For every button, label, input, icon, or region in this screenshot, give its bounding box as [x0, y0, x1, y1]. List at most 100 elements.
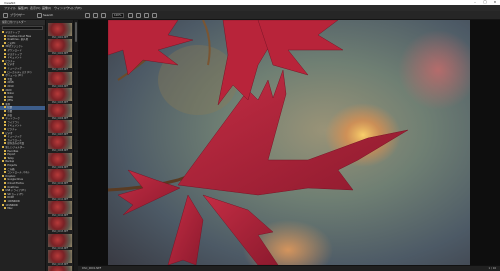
tree-item-label: ライブラリ: [7, 120, 20, 124]
tree-item-label: Dropbox: [5, 174, 16, 178]
zoom-in-icon[interactable]: [93, 13, 98, 18]
tree-item-label: Export: [7, 153, 16, 157]
info-icon[interactable]: [152, 13, 157, 18]
thumbnail-image: [48, 55, 72, 69]
thumbnail-image: [48, 39, 72, 53]
thumbnail-image: [48, 120, 72, 134]
thumbnail[interactable]: DSC_0011.NEF: [48, 185, 72, 201]
thumbnail[interactable]: DSC_0009.NEF: [48, 152, 72, 169]
tree-item-label: ローカルディスク (C:): [7, 70, 32, 74]
image-viewer[interactable]: [78, 20, 500, 265]
folder-tree: デスクトップ Creative Cloud Files OneDrive - 個人用…: [0, 31, 45, 211]
thumbnail[interactable]: DSC_0006.NEF: [48, 104, 72, 120]
thumbnail[interactable]: DSC_0007.NEF: [48, 120, 72, 136]
rotate-right-icon[interactable]: [136, 13, 141, 18]
thumbnail[interactable]: DSC_0004.NEF: [48, 71, 72, 88]
tree-item-label: ネットワーク: [5, 117, 20, 121]
tree-item-label: Temp: [7, 156, 14, 160]
tree-item-label: ピクチャ: [7, 128, 17, 132]
tree-item-label: 保存済みの写真: [7, 142, 25, 146]
tree-item-label: デスクトップ: [7, 52, 22, 56]
tree-item-label: Favorites: [7, 149, 19, 153]
tree-item-label: SD カード (F:): [7, 192, 24, 196]
tree-item-label: OneDrive - 個人用: [7, 38, 29, 42]
tree-item-label: Projects: [7, 163, 17, 167]
zoom-out-icon[interactable]: [85, 13, 90, 18]
menu-help[interactable]: ヘルプ(H): [68, 6, 82, 10]
thumbnail-image: [48, 233, 72, 247]
tree-item-label: ボリューム (D:): [5, 74, 23, 78]
thumbnail-strip: DSC_0001.NEF DSC_0002.NEF DSC_0003.NEF DSC_…: [46, 20, 74, 271]
tree-item-label: iCloud Photos: [7, 181, 24, 185]
tree-item-label: ごみ箱: [7, 167, 15, 171]
tree-item-label: 京都: [7, 110, 13, 114]
thumbnail-image: [48, 185, 72, 198]
thumbnail[interactable]: DSC_0008.NEF: [48, 136, 72, 152]
tree-item-label: DCIM: [7, 196, 14, 200]
thumbnail-image: [48, 201, 72, 215]
thumbnail-image: [48, 266, 72, 271]
tree-item-label: ビデオ: [7, 63, 15, 67]
thumbnail-image: [48, 168, 72, 182]
tree-item-label: Creative Cloud Files: [7, 34, 32, 38]
status-filename: DSC_0001.NEF: [82, 267, 102, 270]
thumbnail[interactable]: DSC_0012.NEF: [48, 201, 72, 217]
folder-search-input[interactable]: [2, 26, 43, 30]
menu-file[interactable]: ファイル: [4, 6, 16, 10]
tree-item-label: 風景: [5, 102, 11, 106]
tree-item-label: 100NIKON: [7, 199, 20, 203]
tree-item-label: 奈良: [7, 113, 13, 117]
tree-item-label: このPC: [7, 41, 16, 45]
tree-item-label: OneDrive: [7, 185, 19, 189]
tree-item-label: コントロール パネル: [7, 171, 30, 175]
thumbnail[interactable]: DSC_0016.NEF: [48, 266, 72, 271]
search-icon[interactable]: [37, 13, 42, 18]
thumbnail[interactable]: DSC_0002.NEF: [48, 39, 72, 55]
folder-pane: 撮影日付/フォルダー デスクトップ Creative Cloud Files One…: [0, 20, 46, 271]
search-button[interactable]: Search: [43, 12, 53, 18]
thumbnail[interactable]: DSC_0015.NEF: [48, 249, 72, 266]
scrollbar-thumb[interactable]: [74, 22, 78, 42]
tree-item-label: 101NIKON: [5, 203, 18, 207]
tree-item-label: JPEG: [7, 99, 13, 103]
tree-item-label: 2019: [7, 84, 14, 88]
thumbnail[interactable]: DSC_0013.NEF: [48, 217, 72, 233]
rotate-left-icon[interactable]: [128, 13, 133, 18]
tree-item-label: 写真: [7, 77, 13, 81]
zoom-field[interactable]: 100%: [112, 13, 124, 18]
tree-item-label: RAW: [7, 95, 13, 99]
menu-edit[interactable]: 編集(E): [18, 6, 28, 10]
app-icon: [3, 13, 8, 18]
tree-item-label: ドキュメント: [7, 56, 22, 60]
tree-item-label: Misc: [7, 207, 13, 211]
tree-item-label: 3Dオブジェクト: [5, 45, 24, 49]
tree-item-label: デスクトップ: [5, 31, 20, 34]
menu-window[interactable]: ウィンドウ: [54, 6, 69, 10]
thumbnail[interactable]: DSC_0005.NEF: [48, 87, 72, 104]
thumbnail-image: [48, 249, 72, 263]
tree-item-label: ドキュメント: [7, 124, 22, 128]
tree-item-label: ダウンロード: [7, 48, 22, 52]
thumbnail[interactable]: DSC_0014.NEF: [48, 233, 72, 250]
tree-item-label: Google Drive: [7, 178, 23, 182]
tree-item[interactable]: Misc: [0, 207, 45, 211]
tree-item-label: 新しいフォルダー: [5, 146, 25, 149]
tree-item-label: ミュージック: [7, 66, 22, 70]
menu-image[interactable]: 画像(I): [42, 6, 51, 10]
thumbnail[interactable]: DSC_0003.NEF: [48, 55, 72, 71]
browser-button[interactable]: ブラウザー: [10, 12, 25, 18]
tree-item-label: ビデオ: [5, 131, 13, 135]
tree-item-label: 2020: [5, 88, 12, 92]
menu-view[interactable]: 表示(V): [30, 6, 40, 10]
toolbar: ブラウザー Search 100%: [0, 11, 500, 20]
tree-item-label: 紅葉: [7, 106, 13, 110]
thumbnail-image: [48, 152, 72, 166]
fit-icon[interactable]: [101, 13, 106, 18]
status-position: 1 / 16: [488, 267, 496, 270]
compare-icon[interactable]: [144, 13, 149, 18]
tree-item-label: USB ドライブ (E:): [5, 189, 26, 193]
thumbnail[interactable]: DSC_0010.NEF: [48, 168, 72, 185]
thumbnail[interactable]: DSC_0001.NEF: [48, 23, 72, 39]
thumbnail-image: [48, 136, 72, 150]
thumbnail-image: [48, 217, 72, 231]
